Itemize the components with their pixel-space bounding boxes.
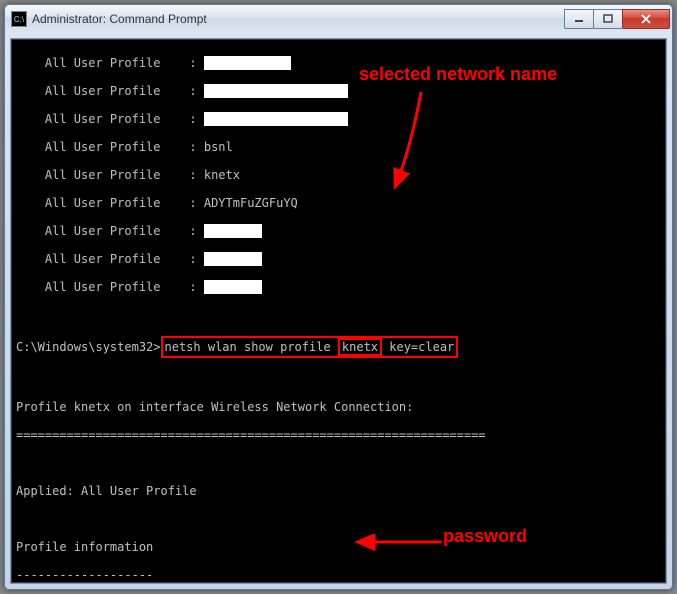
annotation-password: password — [443, 529, 527, 543]
command-highlight: netsh wlan show profile knetx key=clear — [161, 336, 459, 358]
titlebar[interactable]: C:\ Administrator: Command Prompt — [5, 5, 672, 33]
minimize-button[interactable] — [564, 9, 594, 29]
terminal[interactable]: All User Profile : xxxxxxxxxxxx All User… — [10, 38, 667, 584]
section-header: Profile information — [16, 540, 661, 554]
profile-header: Profile knetx on interface Wireless Netw… — [16, 400, 661, 414]
command-line: C:\Windows\system32>netsh wlan show prof… — [16, 336, 661, 358]
profile-line: All User Profile : ADYTmFuZGFuYQ — [16, 196, 661, 210]
annotation-selected-network: selected network name — [359, 67, 557, 81]
profile-line: All User Profile : knetx — [16, 168, 661, 182]
window-title: Administrator: Command Prompt — [32, 12, 565, 26]
prompt-path: C:\Windows\system32> — [16, 340, 161, 354]
profile-line: All User Profile : xxxxxxxxxxxx — [16, 56, 661, 70]
profile-line: All User Profile : xxxxxxxxxxxxxxxxxxxx — [16, 84, 661, 98]
close-icon — [640, 14, 652, 24]
profile-line: All User Profile : xxxxxxxx — [16, 252, 661, 266]
profile-line: All User Profile : xxxxxxxxxxxxxxxxxxxx — [16, 112, 661, 126]
cmd-window: C:\ Administrator: Command Prompt All Us… — [4, 4, 673, 590]
network-name-highlight: knetx — [338, 338, 382, 356]
maximize-icon — [603, 14, 613, 24]
applied-line: Applied: All User Profile — [16, 484, 661, 498]
cmd-icon: C:\ — [11, 11, 27, 27]
profile-line: All User Profile : xxxxxxxx — [16, 280, 661, 294]
profile-line: All User Profile : xxxxxxxx — [16, 224, 661, 238]
profile-line: All User Profile : bsnl — [16, 140, 661, 154]
maximize-button[interactable] — [593, 9, 623, 29]
window-controls — [565, 9, 670, 29]
close-button[interactable] — [622, 9, 670, 29]
minimize-icon — [574, 14, 584, 24]
